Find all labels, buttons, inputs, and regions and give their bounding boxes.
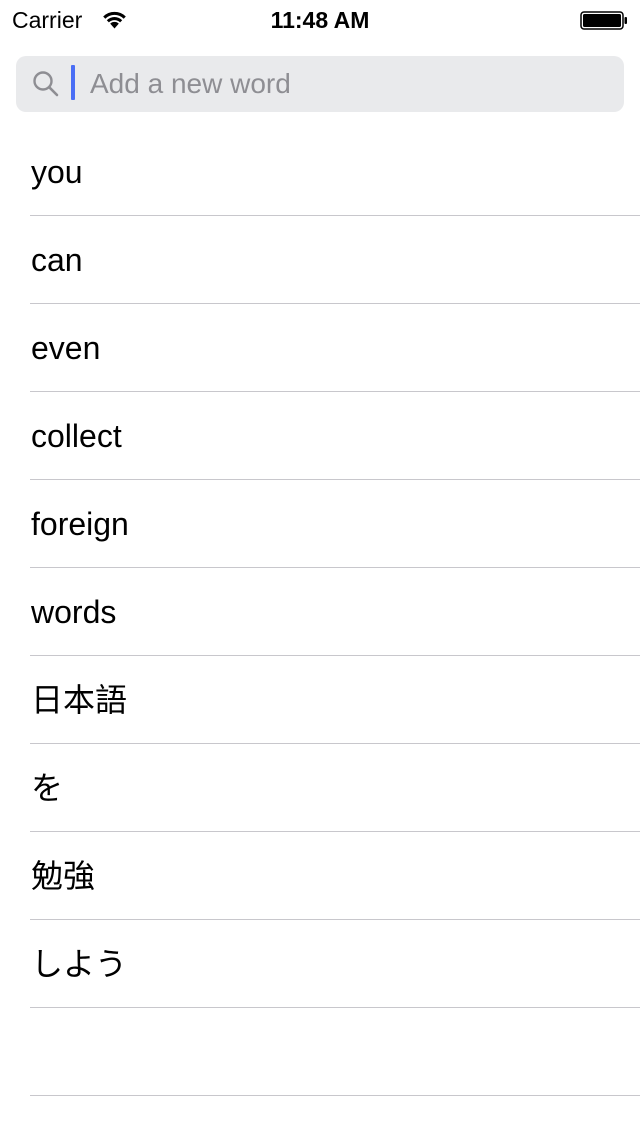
word-label: foreign xyxy=(31,506,129,542)
search-bar[interactable] xyxy=(16,56,624,112)
word-label: 勉強 xyxy=(31,858,96,894)
word-row[interactable]: 勉強 xyxy=(0,832,640,920)
word-row[interactable]: you xyxy=(0,128,640,216)
text-cursor xyxy=(71,65,75,100)
word-label: words xyxy=(31,594,117,630)
word-row[interactable] xyxy=(0,1008,640,1096)
word-label: collect xyxy=(31,418,122,454)
word-label: can xyxy=(31,242,83,278)
search-icon xyxy=(33,71,59,97)
word-row[interactable]: collect xyxy=(0,392,640,480)
word-row[interactable]: can xyxy=(0,216,640,304)
word-label: you xyxy=(31,154,83,190)
word-row[interactable]: を xyxy=(0,744,640,832)
word-list: you can even collect foreign words 日本語を勉強しよう xyxy=(0,128,640,1096)
word-label: even xyxy=(31,330,101,366)
clock-time: 11:48 AM xyxy=(270,7,370,33)
word-label: しよう xyxy=(31,946,128,982)
status-bar: Carrier 11:48 AM xyxy=(0,0,640,40)
word-row[interactable]: words xyxy=(0,568,640,656)
word-row[interactable]: even xyxy=(0,304,640,392)
word-label: を xyxy=(31,770,64,806)
new-word-input[interactable] xyxy=(74,56,604,112)
word-row[interactable]: しよう xyxy=(0,920,640,1008)
word-label: 日本語 xyxy=(31,682,128,718)
word-row[interactable]: foreign xyxy=(0,480,640,568)
battery-icon xyxy=(580,11,627,30)
word-row[interactable]: 日本語 xyxy=(0,656,640,744)
